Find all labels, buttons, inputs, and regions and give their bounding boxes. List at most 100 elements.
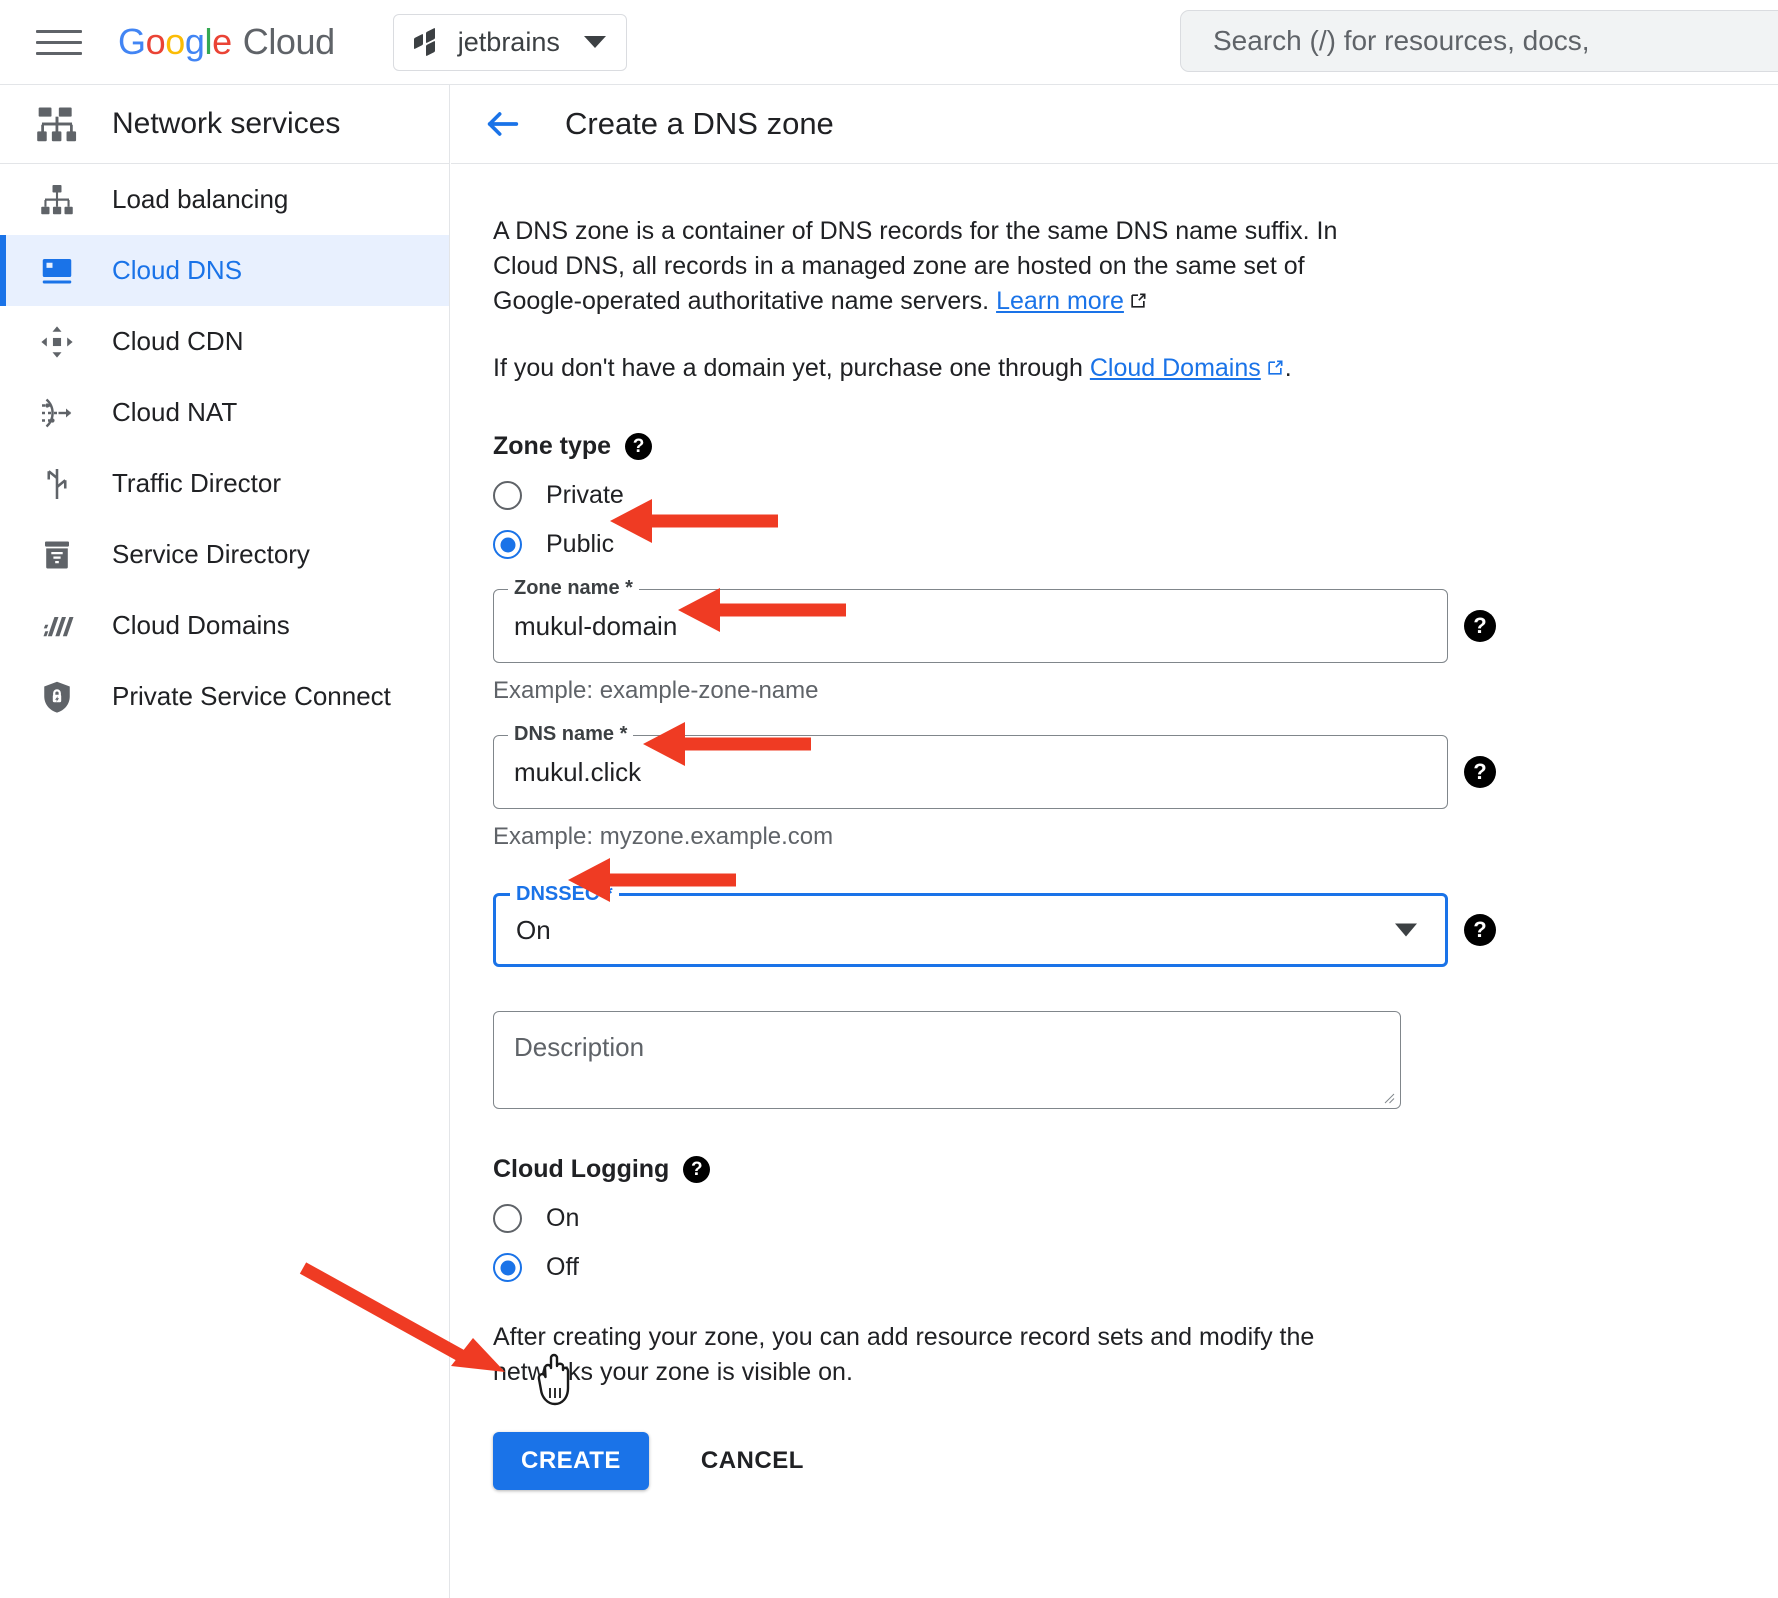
zone-type-option-public[interactable]: Public	[493, 530, 1778, 559]
radio-label: Public	[546, 530, 614, 559]
external-link-icon	[1128, 286, 1148, 306]
zone-name-input[interactable]: Zone name * mukul-domain	[493, 589, 1448, 663]
search-placeholder: Search (/) for resources, docs,	[1213, 25, 1590, 57]
hamburger-bar	[36, 30, 82, 33]
service-directory-icon	[30, 537, 84, 573]
chevron-down-icon	[584, 36, 606, 48]
project-name: jetbrains	[458, 27, 560, 58]
sidebar-item-cloud-nat[interactable]: Cloud NAT	[0, 377, 449, 448]
cloud-domains-icon	[30, 608, 84, 644]
back-arrow-icon[interactable]	[483, 104, 523, 144]
radio-button[interactable]	[493, 1204, 522, 1233]
sidebar-item-traffic-director[interactable]: Traffic Director	[0, 448, 449, 519]
logo-letter: G	[118, 21, 146, 63]
sidebar-item-private-service-connect[interactable]: Private Service Connect	[0, 661, 449, 732]
cloud-logging-text: Cloud Logging	[493, 1155, 669, 1184]
sidebar-item-label: Cloud NAT	[112, 397, 237, 428]
dnssec-field-wrap: DNSSEC * On ?	[493, 893, 1448, 967]
sidebar-item-cloud-dns[interactable]: Cloud DNS	[0, 235, 449, 306]
top-app-bar: Google Cloud jetbrains Search (/) for re…	[0, 0, 1778, 85]
zone-name-field-wrap: Zone name * mukul-domain ?	[493, 589, 1448, 663]
hamburger-menu-icon[interactable]	[36, 24, 82, 60]
form-container: A DNS zone is a container of DNS records…	[451, 164, 1778, 1490]
page-header: Create a DNS zone	[451, 85, 1778, 164]
zone-type-option-private[interactable]: Private	[493, 481, 1778, 510]
description-textarea[interactable]: Description	[493, 1011, 1401, 1109]
dns-name-value: mukul.click	[514, 757, 641, 788]
page-title: Create a DNS zone	[565, 106, 834, 142]
radio-label: Private	[546, 481, 624, 510]
logo-letter: o	[165, 21, 185, 63]
cloud-logging-option-off[interactable]: Off	[493, 1253, 1778, 1282]
private-service-connect-icon	[30, 679, 84, 715]
dns-name-field-wrap: DNS name * mukul.click ?	[493, 735, 1448, 809]
project-picker-button[interactable]: jetbrains	[393, 14, 627, 71]
help-icon[interactable]: ?	[1464, 610, 1496, 642]
help-icon[interactable]: ?	[1464, 914, 1496, 946]
sidebar-item-label: Service Directory	[112, 539, 310, 570]
hamburger-bar	[36, 52, 82, 55]
help-icon[interactable]: ?	[1464, 756, 1496, 788]
cloud-cdn-icon	[30, 324, 84, 360]
cloud-logging-option-on[interactable]: On	[493, 1204, 1778, 1233]
logo-letter: o	[146, 21, 166, 63]
dns-name-input[interactable]: DNS name * mukul.click	[493, 735, 1448, 809]
logo-letter: e	[212, 21, 232, 63]
purchase-paragraph: If you don't have a domain yet, purchase…	[493, 351, 1393, 386]
cancel-button[interactable]: CANCEL	[695, 1446, 810, 1476]
radio-label: On	[546, 1204, 579, 1233]
external-link-icon	[1265, 353, 1285, 373]
help-icon[interactable]: ?	[683, 1156, 710, 1183]
network-services-icon	[30, 102, 84, 146]
resize-handle-icon[interactable]	[1379, 1088, 1395, 1104]
zone-name-hint: Example: example-zone-name	[493, 677, 1778, 705]
sidebar-item-load-balancing[interactable]: Load balancing	[0, 164, 449, 235]
zone-type-text: Zone type	[493, 432, 611, 461]
dns-name-legend: DNS name *	[508, 723, 633, 746]
logo-cloud-word: Cloud	[243, 21, 335, 63]
sidebar-item-cloud-cdn[interactable]: Cloud CDN	[0, 306, 449, 377]
intro-text: A DNS zone is a container of DNS records…	[493, 217, 1337, 315]
sidebar-title: Network services	[112, 107, 340, 141]
dnssec-value: On	[516, 915, 551, 946]
sidebar-item-label: Cloud Domains	[112, 610, 290, 641]
sidebar-header: Network services	[0, 85, 449, 164]
cloud-domains-link[interactable]: Cloud Domains	[1090, 354, 1261, 382]
main-content: Create a DNS zone A DNS zone is a contai…	[451, 85, 1778, 1598]
logo-letter: l	[204, 21, 212, 63]
form-actions: CREATE CANCEL	[493, 1432, 1778, 1490]
hamburger-bar	[36, 41, 82, 44]
radio-label: Off	[546, 1253, 579, 1282]
chevron-down-icon[interactable]	[1395, 924, 1417, 937]
help-icon[interactable]: ?	[625, 433, 652, 460]
zone-name-value: mukul-domain	[514, 611, 677, 642]
sidebar-item-label: Traffic Director	[112, 468, 281, 499]
sidebar-item-label: Private Service Connect	[112, 681, 391, 712]
purchase-period: .	[1285, 354, 1292, 382]
project-dots-icon	[414, 29, 440, 55]
description-placeholder: Description	[514, 1032, 644, 1063]
footer-note: After creating your zone, you can add re…	[493, 1320, 1393, 1390]
cloud-logging-label: Cloud Logging ?	[493, 1155, 1778, 1184]
zone-name-legend: Zone name *	[508, 577, 639, 600]
load-balancing-icon	[30, 182, 84, 218]
intro-paragraph: A DNS zone is a container of DNS records…	[493, 214, 1393, 319]
cloud-nat-icon	[30, 395, 84, 431]
dnssec-select[interactable]: DNSSEC * On	[493, 893, 1448, 967]
sidebar-item-label: Cloud CDN	[112, 326, 244, 357]
radio-button[interactable]	[493, 530, 522, 559]
logo-letter: g	[185, 21, 205, 63]
google-cloud-logo[interactable]: Google Cloud	[118, 21, 335, 63]
create-button[interactable]: CREATE	[493, 1432, 649, 1490]
sidebar-item-cloud-domains[interactable]: Cloud Domains	[0, 590, 449, 661]
sidebar-item-label: Cloud DNS	[112, 255, 242, 286]
cloud-dns-icon	[30, 253, 84, 289]
radio-button[interactable]	[493, 1253, 522, 1282]
radio-button[interactable]	[493, 481, 522, 510]
dnssec-legend: DNSSEC *	[510, 883, 619, 906]
dns-name-hint: Example: myzone.example.com	[493, 823, 1778, 851]
search-input[interactable]: Search (/) for resources, docs,	[1180, 10, 1778, 72]
purchase-text: If you don't have a domain yet, purchase…	[493, 354, 1090, 382]
learn-more-link[interactable]: Learn more	[996, 287, 1124, 315]
sidebar-item-service-directory[interactable]: Service Directory	[0, 519, 449, 590]
